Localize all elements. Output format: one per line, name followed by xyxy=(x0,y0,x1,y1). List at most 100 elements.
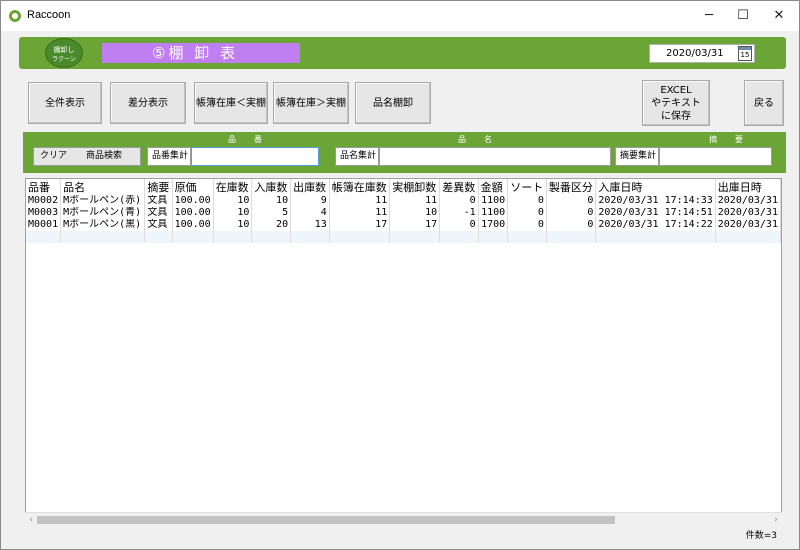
summary-filter-input[interactable] xyxy=(659,147,772,166)
window-title: Raccoon xyxy=(27,9,71,21)
back-button[interactable]: 戻る xyxy=(744,80,784,126)
scroll-right-icon[interactable]: › xyxy=(770,513,782,527)
table-cell: 2020/03/31 17:14:22 xyxy=(595,219,716,231)
calendar-icon[interactable]: 15 xyxy=(738,46,752,61)
table-cell: 0 xyxy=(546,195,597,207)
code-filter-input[interactable] xyxy=(191,147,319,166)
table-row[interactable]: M0001 Mボールペン(黒) 文具 100.00 10 20 13 17 17 0 1700 0 0 2… xyxy=(26,219,781,231)
column-header[interactable]: 出庫日時 xyxy=(715,179,781,195)
book-less-than-actual-button[interactable]: 帳簿在庫＜実棚 xyxy=(194,82,268,124)
table-cell: 1700 xyxy=(478,219,509,231)
logo-line2: ラクーン xyxy=(52,56,76,63)
table-cell: 0 xyxy=(507,219,547,231)
table-cell xyxy=(389,231,441,243)
table-cell xyxy=(26,231,62,243)
raccoon-logo: 棚卸し ラクーン xyxy=(45,38,83,68)
column-header[interactable]: 差異数 xyxy=(439,179,479,195)
table-cell xyxy=(251,231,292,243)
table-cell: 0 xyxy=(507,207,547,219)
column-header[interactable]: ソート xyxy=(507,179,547,195)
table-cell: -1 xyxy=(439,207,479,219)
close-button[interactable]: ✕ xyxy=(761,1,797,31)
show-all-button[interactable]: 全件表示 xyxy=(28,82,102,124)
column-header[interactable]: 入庫数 xyxy=(251,179,292,195)
column-header[interactable]: 実棚卸数 xyxy=(389,179,441,195)
table-cell: 10 xyxy=(213,219,253,231)
scroll-left-icon[interactable]: ‹ xyxy=(25,513,37,527)
name-filter-input[interactable] xyxy=(379,147,611,166)
table-cell: 2020/03/31 17:14:51 xyxy=(595,207,716,219)
table-cell xyxy=(329,231,391,243)
page-title: ⑤棚 卸 表 xyxy=(102,43,300,63)
column-header[interactable]: 摘要 xyxy=(144,179,173,195)
table-cell xyxy=(546,231,597,243)
app-window: Raccoon ─ ☐ ✕ 棚卸し ラクーン ⑤棚 卸 表 2020/03/31… xyxy=(0,0,800,550)
summary-heading: 摘要 xyxy=(709,135,761,144)
name-total-label[interactable]: 品名集計 xyxy=(335,147,379,166)
table-cell: Mボールペン(青) xyxy=(60,207,146,219)
table-cell: 5 xyxy=(251,207,292,219)
table-cell xyxy=(213,231,253,243)
table-cell: 100.00 xyxy=(172,207,214,219)
table-cell: Mボールペン(赤) xyxy=(60,195,146,207)
table-cell: 100.00 xyxy=(172,195,214,207)
export-excel-button[interactable]: EXCEL やテキスト に保存 xyxy=(642,80,710,126)
table-cell: 10 xyxy=(389,207,441,219)
table-cell: Mボールペン(黒) xyxy=(60,219,146,231)
book-greater-than-actual-button[interactable]: 帳簿在庫＞実棚 xyxy=(273,82,349,124)
table-cell: 100.00 xyxy=(172,219,214,231)
column-header[interactable]: 製番区分 xyxy=(546,179,597,195)
table-row[interactable]: M0003 Mボールペン(青) 文具 100.00 10 5 4 11 10 -1 1100 0 0 20… xyxy=(26,207,781,219)
table-cell xyxy=(478,231,509,243)
clear-button[interactable]: クリア xyxy=(40,148,67,165)
summary-total-label[interactable]: 摘要集計 xyxy=(615,147,659,166)
column-header[interactable]: 在庫数 xyxy=(213,179,253,195)
table-cell xyxy=(715,231,781,243)
date-picker[interactable]: 2020/03/31 15 xyxy=(649,44,755,63)
column-header[interactable]: 品番 xyxy=(26,179,62,195)
code-total-label[interactable]: 品番集計 xyxy=(147,147,191,166)
horizontal-scrollbar[interactable]: ‹ › xyxy=(25,512,782,526)
table-cell: 9 xyxy=(290,195,330,207)
table-cell: 10 xyxy=(213,195,253,207)
date-value: 2020/03/31 xyxy=(666,48,724,59)
table-cell xyxy=(172,231,214,243)
table-cell xyxy=(144,231,173,243)
scrollbar-thumb[interactable] xyxy=(37,516,615,524)
name-heading: 品名 xyxy=(458,135,510,144)
column-header[interactable]: 出庫数 xyxy=(290,179,330,195)
table-cell: 17 xyxy=(389,219,441,231)
table-cell: 0 xyxy=(546,219,597,231)
column-header[interactable]: 帳簿在庫数 xyxy=(329,179,391,195)
product-search-button[interactable]: 商品検索 xyxy=(86,148,122,165)
table-cell: 20 xyxy=(251,219,292,231)
maximize-button[interactable]: ☐ xyxy=(725,1,761,31)
table-cell: 10 xyxy=(213,207,253,219)
filter-bar: 品番 品名 摘要 クリア 商品検索 品番集計 品名集計 摘要集計 xyxy=(23,132,786,173)
column-header[interactable]: 入庫日時 xyxy=(595,179,716,195)
table-cell: M0002 xyxy=(26,195,62,207)
show-diff-button[interactable]: 差分表示 xyxy=(110,82,186,124)
table-header-row: 品番 品名 摘要 原価 在庫数 入庫数 出庫数 帳簿在庫数 実棚卸数 差異数 金額 ソート 製番区分 入庫… xyxy=(26,179,781,195)
table-cell: 文具 xyxy=(144,219,173,231)
table-cell xyxy=(595,231,716,243)
table-cell xyxy=(60,231,146,243)
header-bar: 棚卸し ラクーン ⑤棚 卸 表 2020/03/31 15 xyxy=(19,37,786,69)
table-cell: 13 xyxy=(290,219,330,231)
table-cell: M0003 xyxy=(26,207,62,219)
column-header[interactable]: 原価 xyxy=(172,179,214,195)
table-cell: 2020/03/31 17:14:33 xyxy=(595,195,716,207)
table-cell: 2020/03/31 xyxy=(715,219,781,231)
table-row[interactable]: M0002 Mボールペン(赤) 文具 100.00 10 10 9 11 11 0 1100 0 0 20… xyxy=(26,195,781,207)
table-cell: 1100 xyxy=(478,195,509,207)
record-count: 件数=3 xyxy=(745,531,777,541)
code-heading: 品番 xyxy=(228,135,280,144)
name-stocktake-button[interactable]: 品名棚卸 xyxy=(355,82,431,124)
table-cell: 4 xyxy=(290,207,330,219)
minimize-button[interactable]: ─ xyxy=(691,1,727,31)
inventory-table[interactable]: 品番 品名 摘要 原価 在庫数 入庫数 出庫数 帳簿在庫数 実棚卸数 差異数 金額 ソート 製番区分 入庫… xyxy=(25,178,782,526)
table-cell: 0 xyxy=(546,207,597,219)
column-header[interactable]: 金額 xyxy=(478,179,509,195)
new-row[interactable] xyxy=(26,231,781,243)
column-header[interactable]: 品名 xyxy=(60,179,146,195)
